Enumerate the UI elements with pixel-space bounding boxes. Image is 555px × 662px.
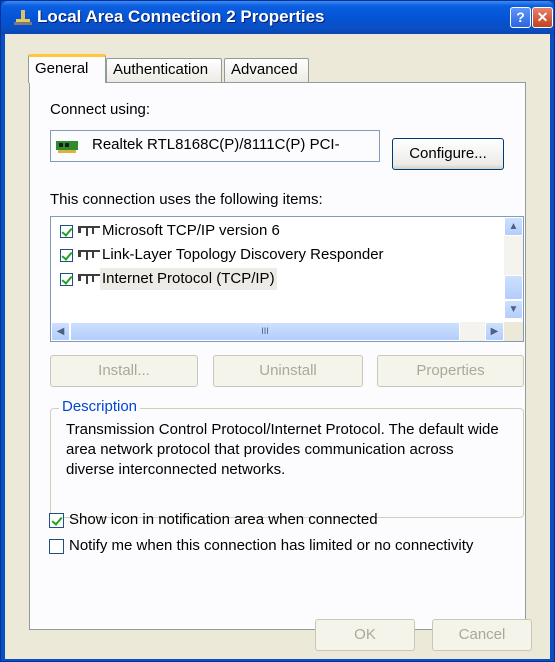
scroll-right-icon[interactable]: ▶ — [485, 322, 504, 341]
cancel-button[interactable]: Cancel — [432, 619, 532, 651]
network-protocol-icon — [78, 226, 100, 236]
configure-button[interactable]: Configure... — [392, 138, 504, 170]
uninstall-button[interactable]: Uninstall — [213, 355, 363, 387]
install-button[interactable]: Install... — [50, 355, 198, 387]
item-label: Link-Layer Topology Discovery Responder — [102, 246, 384, 263]
help-button[interactable]: ? — [510, 7, 531, 28]
show-icon-checkbox[interactable] — [49, 513, 64, 528]
dialog-client-area: General Authentication Advanced Connect … — [5, 34, 550, 659]
tab-authentication[interactable]: Authentication — [106, 58, 222, 82]
show-icon-label: Show icon in notification area when conn… — [69, 511, 378, 528]
notify-label: Notify me when this connection has limit… — [69, 537, 474, 554]
ok-button[interactable]: OK — [315, 619, 415, 651]
horizontal-scrollbar[interactable]: ◀ III ▶ — [51, 322, 504, 341]
network-connection-icon — [14, 10, 32, 25]
list-item[interactable]: Internet Protocol (TCP/IP) — [51, 268, 504, 290]
device-name-field: Realtek RTL8168C(P)/8111C(P) PCI- — [50, 130, 380, 162]
description-title: Description — [59, 398, 141, 415]
close-button[interactable]: ✕ — [532, 7, 553, 28]
notify-checkbox[interactable] — [49, 539, 64, 554]
item-checkbox[interactable] — [60, 225, 73, 238]
properties-button[interactable]: Properties — [377, 355, 524, 387]
scroll-corner — [504, 322, 523, 341]
network-adapter-icon — [56, 141, 78, 153]
scroll-thumb-horizontal[interactable]: III — [70, 322, 460, 341]
list-item[interactable]: Microsoft TCP/IP version 6 — [51, 220, 504, 242]
item-label-selected: Internet Protocol (TCP/IP) — [100, 268, 277, 290]
scroll-thumb-vertical[interactable] — [504, 275, 523, 300]
scroll-left-icon[interactable]: ◀ — [51, 322, 70, 341]
device-name: Realtek RTL8168C(P)/8111C(P) PCI- — [92, 136, 340, 153]
scroll-down-icon[interactable]: ▼ — [504, 300, 523, 319]
window-title: Local Area Connection 2 Properties — [37, 7, 325, 26]
items-list-label: This connection uses the following items… — [50, 191, 323, 208]
properties-dialog: Local Area Connection 2 Properties ? ✕ G… — [0, 0, 555, 662]
vertical-scrollbar[interactable]: ▲ ▼ — [504, 217, 523, 319]
notify-option[interactable]: Notify me when this connection has limit… — [49, 536, 524, 558]
network-protocol-icon — [78, 250, 100, 260]
network-protocol-icon — [78, 274, 100, 284]
item-checkbox[interactable] — [60, 249, 73, 262]
item-label: Microsoft TCP/IP version 6 — [102, 222, 280, 239]
item-checkbox[interactable] — [60, 273, 73, 286]
connect-using-label: Connect using: — [50, 101, 151, 118]
title-bar[interactable]: Local Area Connection 2 Properties ? ✕ — [1, 1, 554, 34]
components-list[interactable]: Microsoft TCP/IP version 6 Link-Layer To… — [50, 216, 524, 342]
description-text: Transmission Control Protocol/Internet P… — [66, 421, 499, 478]
tab-advanced[interactable]: Advanced — [224, 58, 309, 82]
tab-general[interactable]: General — [28, 54, 106, 83]
list-item[interactable]: Link-Layer Topology Discovery Responder — [51, 244, 504, 266]
show-icon-option[interactable]: Show icon in notification area when conn… — [49, 510, 519, 532]
scroll-up-icon[interactable]: ▲ — [504, 217, 523, 236]
